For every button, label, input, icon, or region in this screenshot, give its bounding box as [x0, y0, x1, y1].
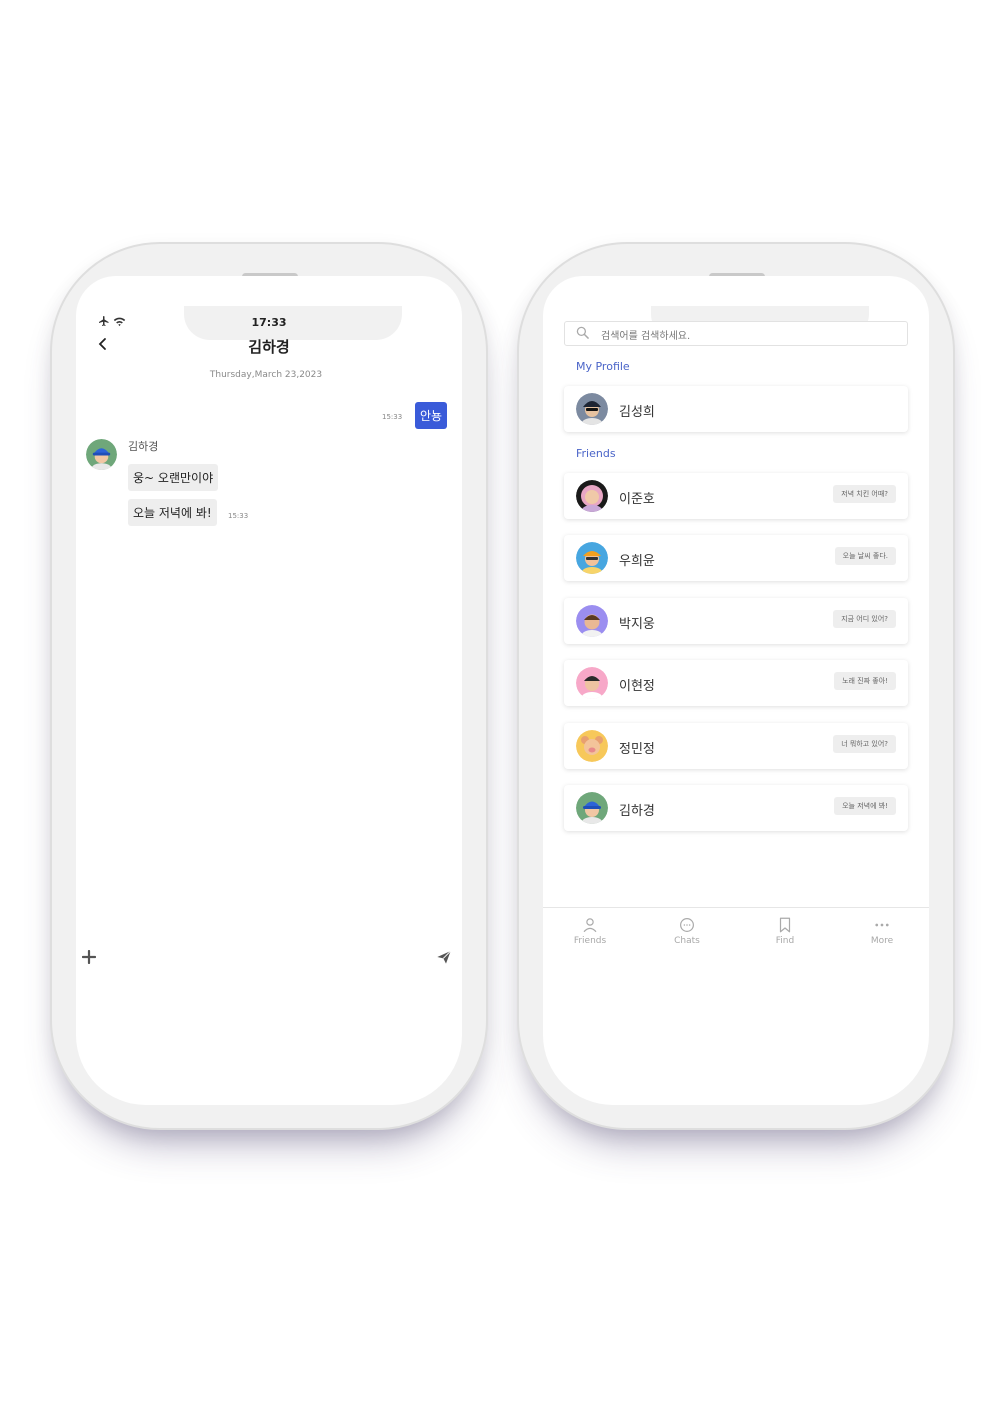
friend-name: 이준호 [619, 492, 655, 507]
sender-avatar[interactable] [86, 439, 117, 470]
chat-bubble-icon [680, 918, 694, 932]
friend-name: 정민정 [619, 742, 655, 757]
friend-avatar [576, 667, 608, 699]
friend-name: 김하경 [619, 804, 655, 819]
friend-avatar [576, 792, 608, 824]
friend-avatar [576, 542, 608, 574]
chat-screen: 17:33 김하경 Thursday,March 23,2023 15:33 안… [76, 276, 462, 1105]
sent-message-bubble[interactable]: 안뇽 [415, 402, 448, 429]
my-profile-avatar [576, 393, 608, 425]
chat-title: 김하경 [248, 338, 290, 356]
friend-card[interactable]: 우희윤 오늘 날씨 좋다. [564, 535, 908, 581]
tab-label: Find [775, 936, 795, 946]
sender-name: 김하경 [128, 440, 159, 453]
friend-name: 이현정 [619, 679, 655, 694]
friend-avatar [576, 730, 608, 762]
friend-card[interactable]: 이현정 노래 진짜 좋아! [564, 660, 908, 706]
friend-card[interactable]: 이준호 저녁 치킨 어때? [564, 473, 908, 519]
friend-card[interactable]: 박지웅 지금 어디 있어? [564, 598, 908, 644]
search-placeholder: 검색어를 검색하세요. [601, 331, 691, 342]
friend-avatar [576, 480, 608, 512]
tab-more[interactable]: More [847, 916, 917, 946]
friend-card[interactable]: 김하경 오늘 저녁에 봐! [564, 785, 908, 831]
friends-screen: 검색어를 검색하세요. My Profile 김성희 Friends 이준호 저… [543, 276, 929, 1105]
friend-status: 오늘 저녁에 봐! [834, 797, 896, 815]
tab-friends[interactable]: Friends [555, 916, 625, 946]
tab-label: More [870, 936, 894, 946]
friend-status: 노래 진짜 좋아! [834, 672, 896, 690]
friend-avatar [576, 605, 608, 637]
chat-date: Thursday,March 23,2023 [209, 370, 323, 380]
my-profile-label: My Profile [576, 360, 630, 373]
search-icon [576, 326, 589, 339]
more-dots-icon [875, 923, 889, 927]
friend-name: 박지웅 [619, 617, 655, 632]
tab-label: Chats [674, 936, 700, 946]
chat-phone-mockup: 17:33 김하경 Thursday,March 23,2023 15:33 안… [50, 242, 488, 1130]
gear-icon[interactable] [915, 276, 929, 292]
bottom-tab-bar: Friends Chats Find More [543, 907, 929, 968]
friend-name: 우희윤 [619, 554, 655, 569]
status-time: 17:33 [251, 316, 287, 329]
tab-chats[interactable]: Chats [652, 916, 722, 946]
friend-status: 오늘 날씨 좋다. [834, 547, 896, 565]
plus-icon[interactable] [82, 950, 96, 964]
friend-card[interactable]: 정민정 너 뭐하고 있어? [564, 723, 908, 769]
friends-phone-mockup: 검색어를 검색하세요. My Profile 김성희 Friends 이준호 저… [517, 242, 955, 1130]
received-message-bubble[interactable]: 오늘 저녁에 봐! [128, 499, 217, 526]
friends-label: Friends [576, 447, 616, 460]
send-icon[interactable] [436, 949, 452, 965]
friend-status: 너 뭐하고 있어? [833, 735, 896, 753]
bookmark-icon [779, 917, 791, 933]
friend-status: 지금 어디 있어? [833, 610, 896, 628]
sent-message-time: 15:33 [382, 413, 403, 421]
my-profile-name: 김성희 [619, 405, 655, 420]
received-message-bubble[interactable]: 웅~ 오랜만이야 [128, 464, 219, 491]
search-input[interactable]: 검색어를 검색하세요. [564, 321, 908, 346]
my-profile-card[interactable]: 김성희 [564, 386, 908, 432]
tab-find[interactable]: Find [750, 916, 820, 946]
person-icon [583, 918, 597, 933]
tab-label: Friends [573, 936, 607, 946]
received-message-time: 15:33 [228, 512, 249, 520]
friend-status: 저녁 치킨 어때? [833, 485, 896, 503]
